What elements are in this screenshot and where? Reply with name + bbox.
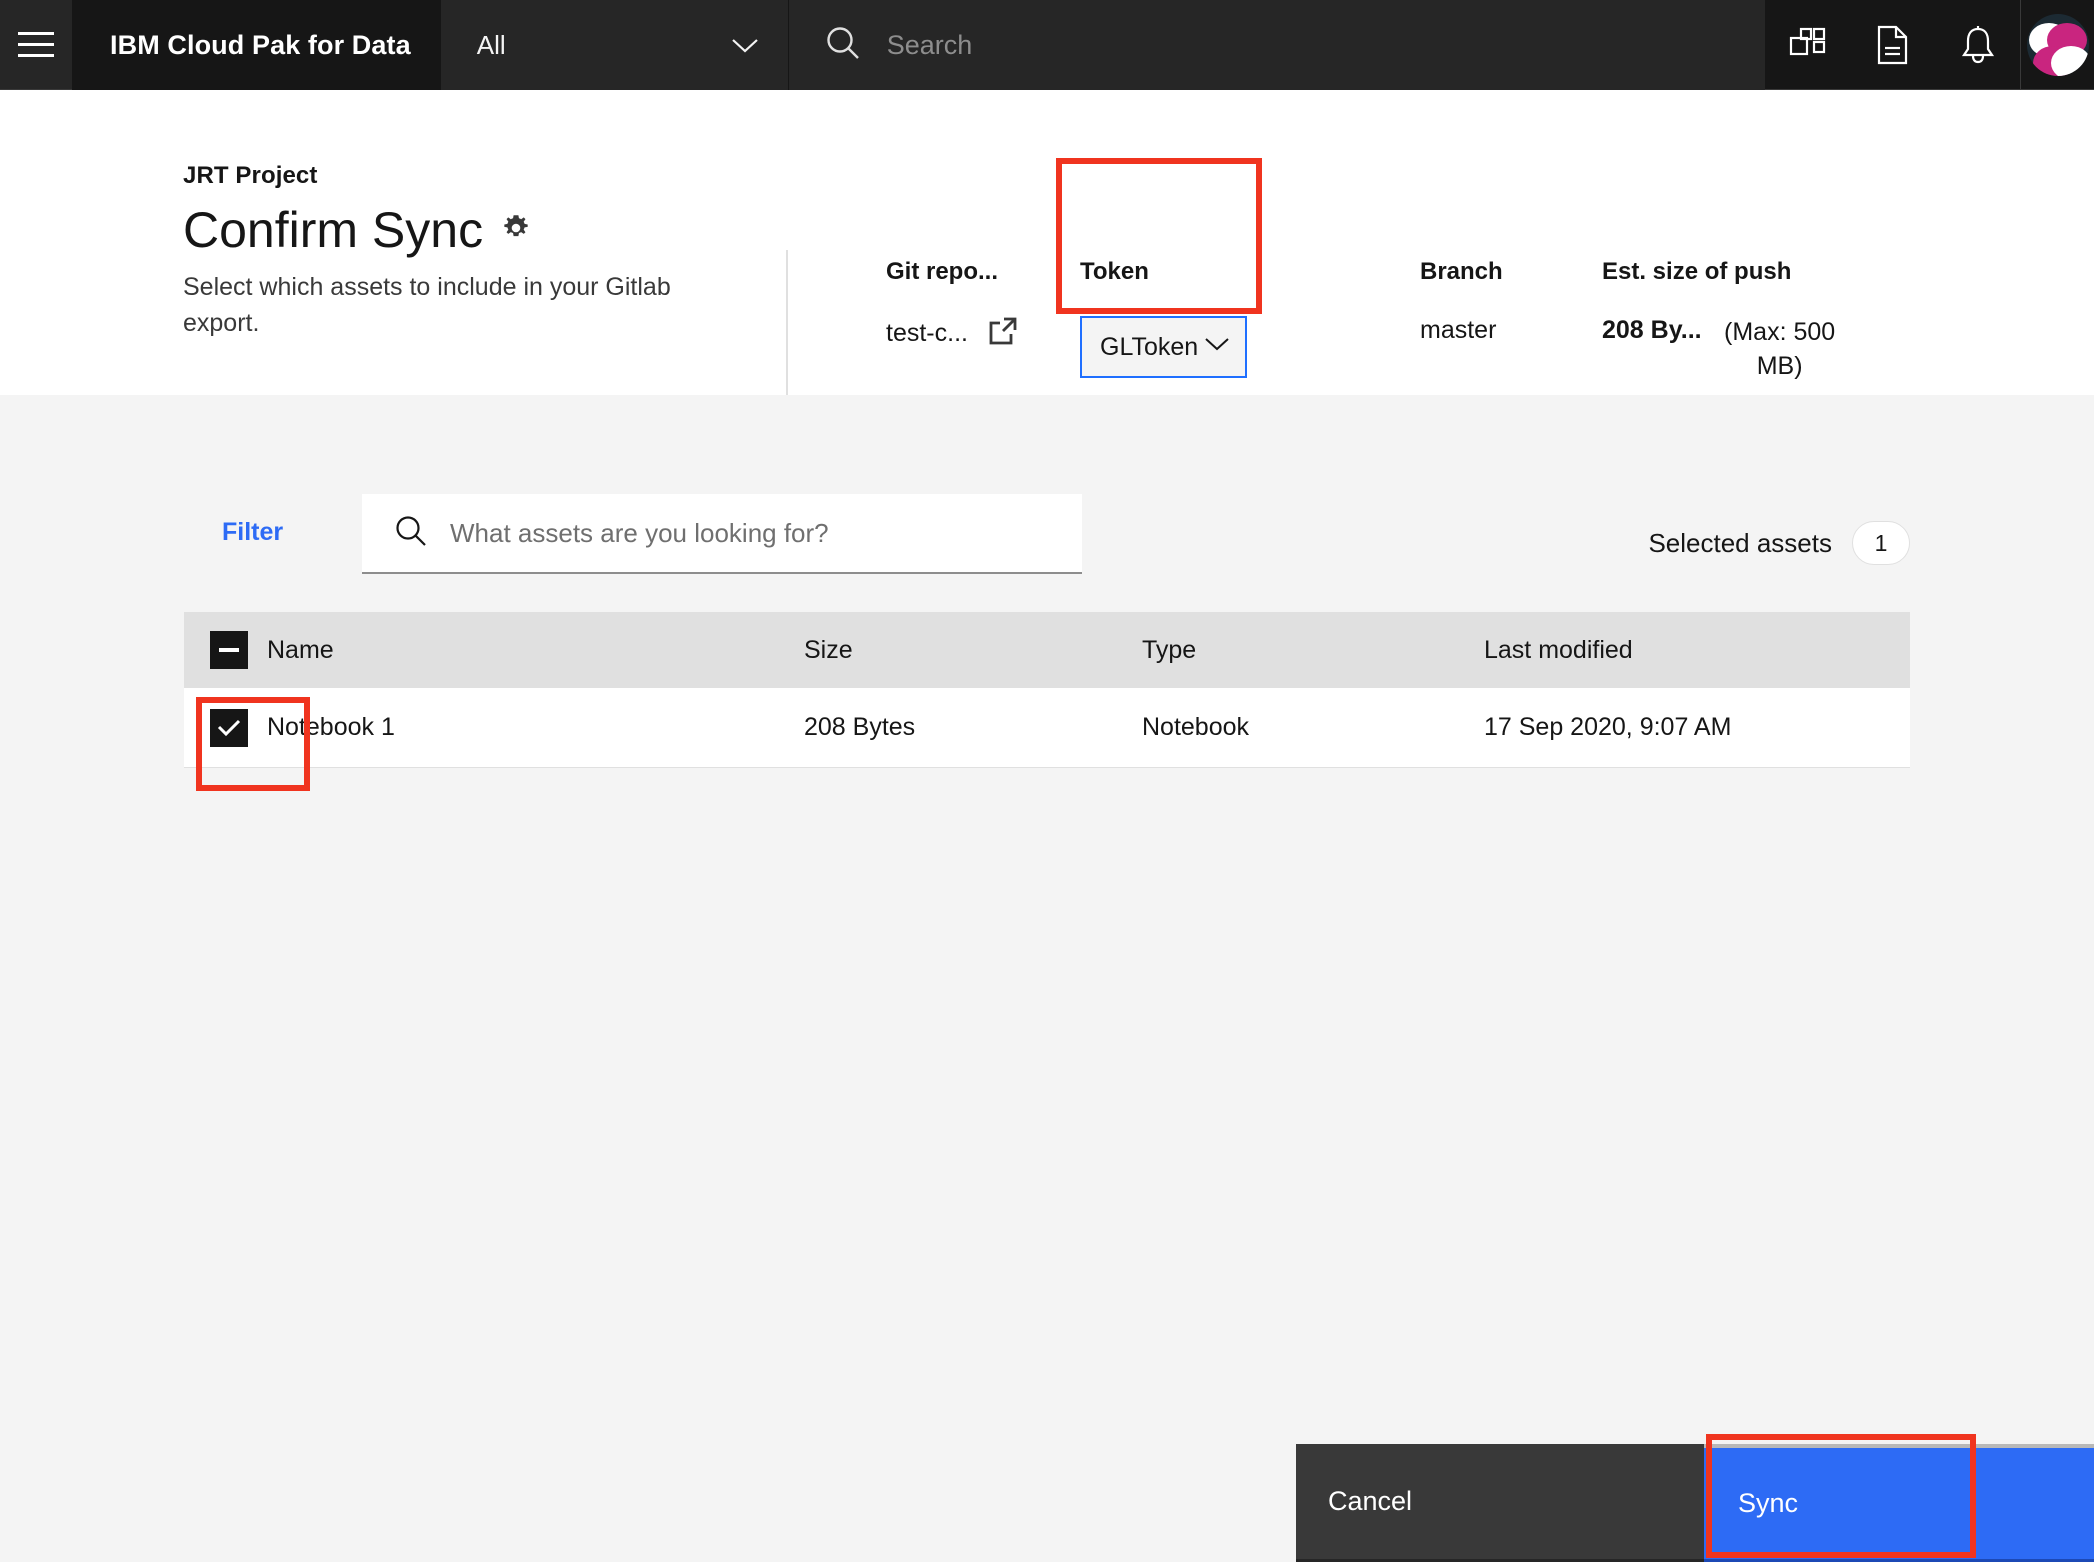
select-all-checkbox[interactable] (210, 631, 248, 669)
sync-button[interactable]: Sync (1704, 1444, 2094, 1562)
project-name: JRT Project (183, 162, 318, 189)
meta-est-size: Est. size of push 208 By... (Max: 500 MB… (1602, 258, 1844, 384)
token-select-value: GLToken (1100, 332, 1199, 361)
token-label: Token (1080, 258, 1149, 285)
meta-git-repo: Git repo... test-c... (886, 258, 1018, 351)
global-header: IBM Cloud Pak for Data All Search (0, 0, 2094, 90)
gear-icon[interactable] (501, 213, 531, 248)
table-header-row: Name Size Type Last modified (184, 612, 1910, 688)
chevron-down-icon (731, 30, 758, 61)
branch-label: Branch (1420, 258, 1503, 285)
summary-panel: JRT Project Confirm Sync Select which as… (0, 90, 2094, 428)
branch-value: master (1420, 316, 1497, 344)
column-header-name[interactable]: Name (267, 636, 804, 665)
est-size-value: 208 By... (1602, 316, 1702, 344)
select-all-cell (184, 631, 267, 669)
global-search-placeholder: Search (886, 29, 973, 60)
chevron-down-icon (1205, 337, 1229, 357)
selected-assets: Selected assets 1 (1648, 521, 1910, 565)
external-link-icon[interactable] (988, 316, 1018, 351)
global-search[interactable]: Search (788, 0, 1765, 90)
row-checkbox[interactable] (210, 708, 248, 747)
est-size-value-row: 208 By... (Max: 500 MB) (1602, 316, 1844, 384)
row-select-cell (184, 708, 267, 747)
row-type: Notebook (1142, 713, 1250, 741)
app-switcher-icon[interactable] (1765, 0, 1850, 89)
est-size-label: Est. size of push (1602, 258, 1792, 285)
row-size: 208 Bytes (804, 713, 916, 741)
notifications-bell-icon[interactable] (1935, 0, 2020, 89)
column-header-type[interactable]: Type (1142, 636, 1484, 665)
selected-assets-label: Selected assets (1648, 527, 1832, 558)
scope-selector-value: All (476, 29, 506, 60)
cancel-button[interactable]: Cancel (1296, 1444, 1704, 1562)
row-last-modified: 17 Sep 2020, 9:07 AM (1484, 713, 1732, 741)
hamburger-menu-icon[interactable] (0, 0, 72, 89)
brand-title[interactable]: IBM Cloud Pak for Data (72, 0, 441, 90)
assets-table: Name Size Type Last modified Notebook 1 … (184, 612, 1910, 768)
title-block: JRT Project Confirm Sync Select which as… (183, 162, 723, 341)
meta-token: Token GLToken (1080, 258, 1247, 378)
asset-search[interactable] (362, 494, 1082, 574)
git-repo-value-row: test-c... (886, 316, 1018, 351)
footer-action-bar: Cancel Sync (1296, 1444, 2094, 1562)
search-icon (394, 514, 428, 553)
git-repo-value: test-c... (886, 319, 968, 347)
git-repo-label: Git repo... (886, 258, 999, 285)
user-avatar-image (2026, 13, 2089, 76)
asset-search-input[interactable] (450, 517, 1050, 549)
column-header-size[interactable]: Size (804, 636, 1142, 665)
column-header-last-modified[interactable]: Last modified (1484, 636, 1910, 665)
est-size-max: (Max: 500 MB) (1724, 318, 1836, 380)
table-row[interactable]: Notebook 1 208 Bytes Notebook 17 Sep 202… (184, 688, 1910, 768)
filter-button[interactable]: Filter (222, 518, 283, 547)
page-title-row: Confirm Sync (183, 204, 723, 256)
row-name: Notebook 1 (267, 713, 395, 741)
header-actions (1765, 0, 2020, 89)
search-icon (825, 25, 861, 66)
meta-branch: Branch master (1420, 258, 1503, 345)
avatar[interactable] (2020, 0, 2094, 89)
token-select[interactable]: GLToken (1080, 316, 1247, 378)
document-icon[interactable] (1850, 0, 1935, 89)
page-title: Confirm Sync (183, 202, 484, 258)
selected-assets-count: 1 (1852, 521, 1910, 565)
scope-selector[interactable]: All (440, 0, 789, 90)
page-subtitle: Select which assets to include in your G… (183, 273, 671, 337)
